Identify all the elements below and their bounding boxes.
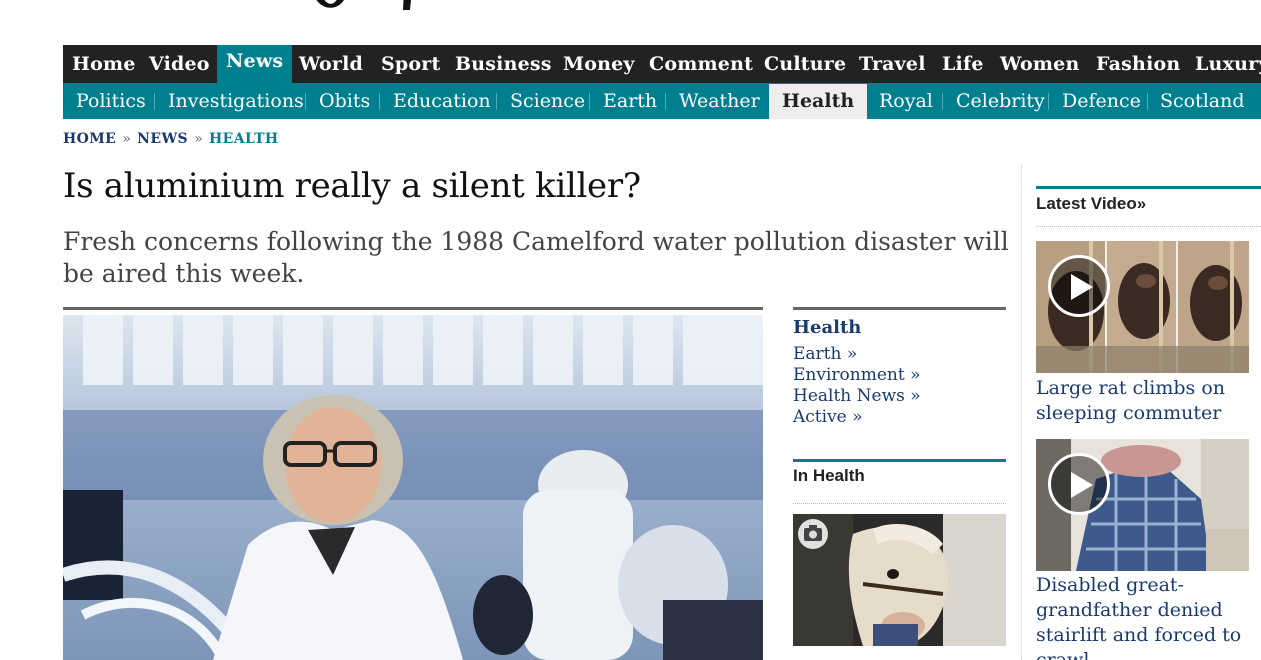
subnav-divider: [305, 93, 306, 110]
subnav-obits[interactable]: Obits: [319, 83, 370, 119]
masthead-logo-fragment: [316, 0, 411, 10]
latest-video-title[interactable]: Latest Video»: [1036, 194, 1146, 214]
image-top-rule: [63, 307, 763, 310]
breadcrumb-health[interactable]: HEALTH: [209, 131, 279, 147]
play-icon[interactable]: [1048, 453, 1110, 515]
subnav-divider: [1147, 93, 1148, 110]
subnav-divider: [589, 93, 590, 110]
breadcrumb-separator: »: [194, 131, 204, 147]
in-health-divider: [793, 503, 1006, 504]
subnav-divider: [942, 93, 943, 110]
in-health-title: In Health: [793, 466, 865, 485]
subnav-education[interactable]: Education: [393, 83, 491, 119]
article-standfirst: Fresh concerns following the 1988 Camelf…: [63, 227, 1009, 288]
column-divider: [1021, 165, 1022, 660]
latest-video-top-rule: [1036, 186, 1261, 189]
nav-home[interactable]: Home: [72, 45, 136, 83]
nav-sport[interactable]: Sport: [381, 45, 440, 83]
nav-women[interactable]: Women: [1000, 45, 1079, 83]
subnav-scotland[interactable]: Scotland: [1160, 83, 1245, 119]
in-health-top-rule: [793, 459, 1006, 462]
primary-nav: Home Video News World Sport Business Mon…: [63, 45, 1261, 83]
in-health-image[interactable]: [793, 514, 1006, 646]
nav-fashion[interactable]: Fashion: [1096, 45, 1180, 83]
subnav-politics[interactable]: Politics: [76, 83, 146, 119]
subnav-science[interactable]: Science: [510, 83, 585, 119]
video-caption-link[interactable]: Disabled great-grandfather denied stairl…: [1036, 573, 1251, 660]
subnav-divider: [496, 93, 497, 110]
breadcrumb-home[interactable]: HOME: [63, 131, 116, 147]
subnav-divider: [154, 93, 155, 110]
video-caption-link[interactable]: Large rat climbs on sleeping commuter: [1036, 376, 1251, 426]
subnav-health[interactable]: Health: [769, 84, 868, 119]
related-link-health-news[interactable]: Health News »: [793, 386, 921, 407]
nav-culture[interactable]: Culture: [764, 45, 846, 83]
play-icon[interactable]: [1048, 255, 1110, 317]
subnav-defence[interactable]: Defence: [1062, 83, 1141, 119]
video-thumbnail-stairlift[interactable]: [1036, 439, 1249, 571]
related-top-rule: [793, 307, 1006, 310]
nav-money[interactable]: Money: [563, 45, 635, 83]
subnav-weather[interactable]: Weather: [679, 83, 760, 119]
related-links: Earth » Environment » Health News » Acti…: [793, 344, 921, 428]
related-link-earth[interactable]: Earth »: [793, 344, 921, 365]
related-link-active[interactable]: Active »: [793, 407, 921, 428]
nav-business[interactable]: Business: [455, 45, 552, 83]
article-headline: Is aluminium really a silent killer?: [63, 166, 641, 206]
subnav-divider: [1048, 93, 1049, 110]
video-thumbnail-rat[interactable]: [1036, 241, 1249, 373]
subnav-divider: [665, 93, 666, 110]
article-main-image: [63, 315, 763, 660]
nav-world[interactable]: World: [299, 45, 363, 83]
nav-life[interactable]: Life: [942, 45, 984, 83]
latest-video-divider: [1036, 226, 1261, 227]
subnav-investigations[interactable]: Investigations: [168, 83, 304, 119]
subnav-celebrity[interactable]: Celebrity: [956, 83, 1045, 119]
subnav-earth[interactable]: Earth: [603, 83, 657, 119]
secondary-nav: Politics Investigations Obits Education …: [63, 83, 1261, 119]
breadcrumb-separator: »: [122, 131, 132, 147]
subnav-royal[interactable]: Royal: [879, 83, 933, 119]
camera-icon: [798, 519, 828, 549]
breadcrumb: HOME » NEWS » HEALTH: [63, 131, 279, 147]
nav-luxury[interactable]: Luxury: [1195, 45, 1261, 83]
nav-news[interactable]: News: [217, 45, 293, 83]
nav-travel[interactable]: Travel: [859, 45, 926, 83]
nav-comment[interactable]: Comment: [649, 45, 753, 83]
related-section-title[interactable]: Health: [793, 317, 861, 338]
nav-video[interactable]: Video: [149, 45, 210, 83]
breadcrumb-news[interactable]: NEWS: [137, 131, 188, 147]
related-link-environment[interactable]: Environment »: [793, 365, 921, 386]
subnav-divider: [379, 93, 380, 110]
